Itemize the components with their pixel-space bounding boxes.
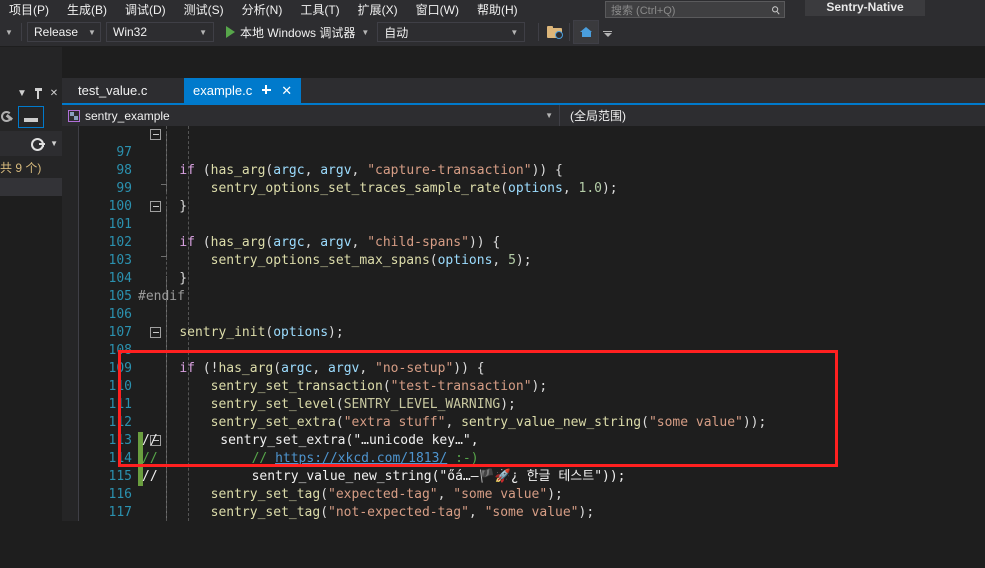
- chevron-down-icon: ▼: [510, 27, 519, 37]
- platform-combobox[interactable]: Win32 ▼: [106, 22, 214, 42]
- tool-window-close-button[interactable]: ✕: [46, 85, 62, 101]
- code-line[interactable]: 117 sentry_remove_tag("not-expected-tag"…: [62, 486, 985, 520]
- code-line[interactable]: 113 // // https://xkcd.com/1813/ :-): [62, 414, 985, 466]
- project-name: sentry_example: [85, 108, 170, 123]
- chevron-down-icon: ▼: [88, 27, 96, 37]
- toolbar-divider: [569, 23, 571, 41]
- pin-icon[interactable]: [262, 85, 272, 96]
- key-icon[interactable]: [31, 138, 46, 151]
- auto-combobox[interactable]: 自动 ▼: [377, 22, 526, 42]
- chevron-down-icon: [603, 32, 612, 37]
- scope-dropdown[interactable]: (全局范围): [560, 105, 985, 126]
- tool-window-toolbar: [0, 103, 62, 131]
- menu-item-test[interactable]: 测试(S): [175, 1, 233, 18]
- code-line[interactable]: 107: [62, 306, 985, 340]
- tab-test_value-c[interactable]: test_value.c: [68, 78, 158, 103]
- tool-window-count-label: 共 9 个): [0, 160, 42, 175]
- code-editor-surface[interactable]: 97 if (has_arg(argc, argv, "capture-tran…: [62, 126, 985, 521]
- code-line[interactable]: 97 if (has_arg(argc, argv, "capture-tran…: [62, 126, 985, 178]
- tool-window-pin-button[interactable]: [30, 85, 46, 101]
- quick-launch-search[interactable]: 搜索 (Ctrl+Q) ⚲: [605, 1, 785, 18]
- chevron-down-icon[interactable]: ▼: [361, 28, 369, 37]
- tool-window-menu-chevron-down-icon[interactable]: ▼: [14, 85, 30, 101]
- tool-window-search-row: ▼: [0, 131, 62, 156]
- tool-window-body: [0, 196, 62, 568]
- wrench-icon[interactable]: [0, 110, 14, 124]
- document-tab-strip: test_value.c example.c ✕: [62, 78, 985, 103]
- menu-item-window[interactable]: 窗口(W): [407, 1, 468, 18]
- pin-icon: [34, 87, 43, 99]
- project-icon: [68, 109, 80, 122]
- code-line[interactable]: 105: [62, 270, 985, 304]
- code-line[interactable]: 101 if (has_arg(argc, argv, "child-spans…: [62, 198, 985, 250]
- menu-item-build[interactable]: 生成(B): [58, 1, 116, 18]
- tab-label: example.c: [193, 83, 253, 98]
- platform-value: Win32: [113, 25, 148, 39]
- start-debugging-button[interactable]: 本地 Windows 调试器 ▼: [222, 21, 373, 43]
- solution-title: Sentry-Native: [805, 0, 925, 16]
- project-dropdown[interactable]: sentry_example ▼: [62, 105, 560, 126]
- toolbar-divider: [21, 23, 22, 41]
- tool-window-selected-row[interactable]: [0, 178, 62, 196]
- window-layout-icon: [24, 117, 38, 122]
- chevron-down-icon: ▼: [545, 111, 553, 120]
- toolbar-divider: [538, 23, 540, 41]
- code-line[interactable]: 99 }: [62, 162, 985, 214]
- code-line[interactable]: 116 sentry_set_tag("not-expected-tag", "…: [62, 468, 985, 520]
- menu-item-project[interactable]: 项目(P): [0, 1, 58, 18]
- code-line[interactable]: 109 sentry_set_transaction("test-transac…: [62, 342, 985, 394]
- auto-value: 自动: [384, 25, 409, 40]
- code-line[interactable]: 110 sentry_set_level(SENTRY_LEVEL_WARNIN…: [62, 360, 985, 412]
- code-line[interactable]: 106 sentry_init(options);: [62, 288, 985, 340]
- code-line[interactable]: 111 sentry_set_extra("extra stuff", sent…: [62, 378, 985, 430]
- configuration-value: Release: [34, 25, 79, 39]
- chevron-down-icon: ▼: [199, 27, 207, 37]
- menu-item-analyze[interactable]: 分析(N): [233, 1, 292, 18]
- start-debugging-label: 本地 Windows 调试器: [240, 25, 356, 40]
- tool-window-count-row: 共 9 个): [0, 156, 62, 178]
- code-lines: 97 if (has_arg(argc, argv, "capture-tran…: [62, 126, 985, 521]
- code-line[interactable]: 100: [62, 180, 985, 214]
- code-line[interactable]: 114 // sentry_value_new_string("őá…–🏴🚀¿ …: [62, 432, 985, 484]
- code-line[interactable]: 103 }: [62, 234, 985, 286]
- configuration-combobox[interactable]: Release ▼: [27, 22, 101, 42]
- code-line[interactable]: 102 sentry_options_set_max_spans(options…: [62, 216, 985, 268]
- tool-window-header: ▼ ✕: [0, 82, 62, 104]
- tab-example-c[interactable]: example.c ✕: [184, 78, 302, 103]
- code-line[interactable]: 115 sentry_set_tag("expected-tag", "some…: [62, 450, 985, 502]
- chevron-down-icon[interactable]: ▼: [50, 139, 58, 148]
- search-icon: ⚲: [769, 3, 784, 18]
- standard-toolbar: ▼ Release ▼ Win32 ▼ 本地 Windows 调试器 ▼ 自动 …: [0, 18, 985, 46]
- editor-area: test_value.c example.c ✕ sentry_example …: [62, 47, 985, 521]
- code-line[interactable]: 118: [62, 504, 985, 521]
- overflow-bar-icon: [603, 30, 613, 32]
- folder-search-button[interactable]: [542, 21, 566, 43]
- close-icon[interactable]: ✕: [281, 84, 292, 97]
- home-icon: [579, 26, 593, 38]
- visual-studio-window: 项目(P) 生成(B) 调试(D) 测试(S) 分析(N) 工具(T) 扩展(X…: [0, 0, 985, 568]
- menu-item-tools[interactable]: 工具(T): [291, 1, 348, 18]
- toolbar-overflow-button[interactable]: [603, 28, 613, 37]
- menu-item-help[interactable]: 帮助(H): [468, 1, 527, 18]
- menu-bar: 项目(P) 生成(B) 调试(D) 测试(S) 分析(N) 工具(T) 扩展(X…: [0, 0, 985, 18]
- code-line[interactable]: 98 sentry_options_set_traces_sample_rate…: [62, 144, 985, 196]
- scope-label: (全局范围): [570, 109, 626, 123]
- window-layout-button[interactable]: [18, 106, 44, 128]
- menu-item-extensions[interactable]: 扩展(X): [349, 1, 407, 18]
- toolbar-chevron-down-icon[interactable]: ▼: [0, 18, 18, 46]
- editor-navigation-bar: sentry_example ▼ (全局范围): [62, 105, 985, 126]
- code-line[interactable]: 104 #endif: [62, 252, 985, 304]
- home-button[interactable]: [573, 20, 600, 44]
- code-line[interactable]: 112 // sentry_set_extra("…unicode key…",: [62, 396, 985, 448]
- menu-item-debug[interactable]: 调试(D): [116, 1, 175, 18]
- quick-launch-placeholder: 搜索 (Ctrl+Q): [611, 4, 676, 17]
- folder-search-icon: [546, 26, 563, 39]
- play-icon: [226, 26, 235, 38]
- toolbar-icon-group: [535, 20, 613, 44]
- code-line[interactable]: 108 if (!has_arg(argc, argv, "no-setup")…: [62, 324, 985, 376]
- tab-label: test_value.c: [78, 83, 148, 98]
- left-tool-window: ▼ ✕ ▼ 共 9 个): [0, 47, 62, 568]
